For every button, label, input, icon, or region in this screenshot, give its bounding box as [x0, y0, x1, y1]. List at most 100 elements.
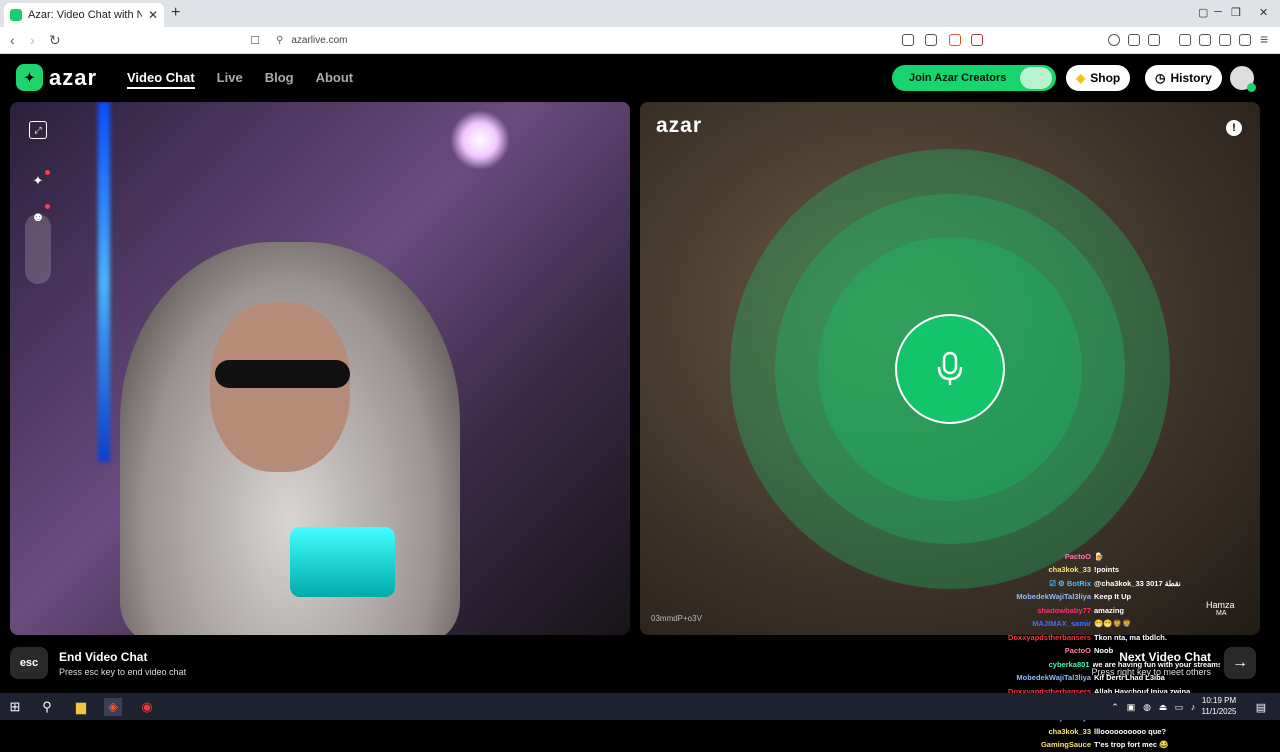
chat-text: T'es trop fort mec 😂 [1094, 740, 1169, 750]
extensions-puzzle-icon[interactable] [1128, 34, 1140, 46]
face-filter-icon[interactable]: ☻ [29, 207, 47, 225]
browser-tab-strip: Azar: Video Chat with New Pe ✕ + ▢ ─ ❐ ✕ [0, 0, 1280, 27]
azar-favicon-icon [10, 9, 22, 21]
chat-username: shadowbaby77 [1037, 605, 1091, 615]
lamp-light [450, 110, 510, 170]
creators-badge-icon [1020, 67, 1052, 89]
chat-text: llloooooooooo que? [1094, 726, 1167, 736]
chat-text: !points [1094, 565, 1119, 575]
address-toolbar: ‹ › ↻ ☐ ⚲ azarlive.com ≡ [0, 27, 1280, 54]
end-chat-title: End Video Chat [59, 650, 148, 664]
url-field[interactable]: ⚲ azarlive.com [276, 30, 876, 51]
voice-only-microphone [895, 314, 1005, 424]
main-nav: Video Chat Live Blog About [127, 70, 353, 89]
clock-time: 10:19 PM [1201, 696, 1237, 705]
notification-dot [45, 204, 50, 209]
minimize-icon[interactable]: ─ [1214, 6, 1222, 18]
system-clock[interactable]: 10:19 PM 11/1/2025 [1196, 695, 1242, 717]
join-creators-button[interactable]: Join Azar Creators [892, 65, 1056, 91]
join-creators-label: Join Azar Creators [909, 72, 1007, 84]
chat-message: ☑ ⚙ BotRix @cha3kok_33 3017 نقطة [1000, 577, 1220, 590]
brave-shields-icon[interactable] [949, 34, 961, 46]
chat-username: ☑ ⚙ BotRix [1049, 578, 1091, 588]
new-tab-icon[interactable]: + [171, 4, 180, 22]
clock-icon: ◷ [1155, 71, 1166, 85]
maximize-icon[interactable]: ❐ [1231, 6, 1241, 19]
close-window-icon[interactable]: ✕ [1259, 6, 1268, 19]
browser-menu-icon[interactable]: ≡ [1260, 31, 1268, 47]
end-chat-button[interactable]: esc [10, 647, 48, 679]
share-icon[interactable] [925, 34, 937, 46]
shop-label: Shop [1090, 71, 1121, 85]
nav-about[interactable]: About [316, 70, 354, 89]
fullscreen-icon[interactable]: ⤢ [29, 121, 47, 139]
brave-rewards-icon[interactable] [971, 34, 983, 46]
close-tab-icon[interactable]: ✕ [148, 8, 158, 22]
chat-message: PactoO🍺 [1000, 550, 1220, 563]
nav-blog[interactable]: Blog [265, 70, 294, 89]
chat-message: shadowbaby77 amazing [1000, 604, 1220, 617]
chat-username: MobedekWajiTal3liya [1016, 592, 1091, 602]
wallet-icon[interactable] [1199, 34, 1211, 46]
esc-key-label: esc [19, 657, 39, 669]
tab-search-icon[interactable]: ▢ [1198, 6, 1208, 19]
chat-message: MAJIMAX_samir 😁😁🦁🦁 [1000, 617, 1220, 630]
online-dot-icon [1247, 83, 1256, 92]
brave-browser-icon[interactable]: ◈ [104, 698, 122, 716]
next-chat-button[interactable]: → [1224, 647, 1256, 679]
windows-start-icon[interactable]: ⊞ [6, 698, 24, 716]
notification-dot [45, 170, 50, 175]
azar-logo-icon: ✦ [16, 64, 43, 91]
nav-video-chat[interactable]: Video Chat [127, 70, 195, 89]
call-controls: esc End Video Chat Press esc key to end … [0, 639, 1280, 693]
azar-app: ✦ azar Video Chat Live Blog About Join A… [0, 54, 1280, 749]
next-chat-title: Next Video Chat [1119, 650, 1211, 664]
back-icon[interactable]: ‹ [10, 32, 15, 48]
gem-icon: ◆ [1076, 71, 1086, 85]
next-chat-hint: Press right key to meet others [1091, 667, 1211, 677]
extension-icon[interactable] [1108, 34, 1120, 46]
streamer-microphone [290, 527, 395, 597]
file-explorer-icon[interactable]: ▆ [72, 698, 90, 716]
chat-username: PactoO [1064, 552, 1091, 561]
tab-title: Azar: Video Chat with New Pe [28, 9, 142, 21]
forward-icon[interactable]: › [30, 32, 35, 48]
history-label: History [1170, 71, 1212, 85]
effects-sparkle-icon[interactable]: ✦ [29, 172, 47, 190]
bookmark-icon[interactable]: ☐ [250, 34, 260, 47]
peer-video-logo: azar [656, 114, 703, 137]
chat-text: amazing [1094, 605, 1125, 615]
chat-message: GamingSauce T'es trop fort mec 😂 [1000, 738, 1220, 751]
leo-ai-icon[interactable] [1219, 34, 1231, 46]
chat-text: 😁😁🦁🦁 [1094, 619, 1132, 629]
site-info-icon[interactable]: ⚲ [276, 35, 283, 46]
url-text: azarlive.com [291, 35, 348, 46]
nav-live[interactable]: Live [217, 70, 243, 89]
shop-button[interactable]: ◆ Shop [1066, 65, 1131, 91]
install-app-icon[interactable] [902, 34, 914, 46]
chat-username: MAJIMAX_samir [1032, 619, 1091, 629]
history-button[interactable]: ◷ History [1145, 65, 1222, 91]
end-chat-hint: Press esc key to end video chat [59, 667, 187, 677]
sidebar-icon[interactable] [1179, 34, 1191, 46]
chat-message: cha3kok_33 !points [1000, 563, 1220, 576]
report-icon[interactable]: ! [1226, 120, 1242, 136]
search-icon[interactable]: ⚲ [38, 698, 56, 716]
sunglasses [215, 360, 350, 388]
arrow-right-icon: → [1232, 654, 1248, 671]
obs-icon[interactable]: ◉ [138, 698, 156, 716]
azar-logo[interactable]: ✦ azar [16, 64, 97, 91]
chat-message: MobedekWajiTal3liya Keep It Up [1000, 590, 1220, 603]
extension-box-icon[interactable] [1148, 34, 1160, 46]
reload-icon[interactable]: ↻ [49, 32, 61, 49]
azar-logo-text: azar [49, 64, 98, 90]
chat-username: cha3kok_33 [1048, 726, 1091, 736]
clock-date: 11/1/2025 [1201, 707, 1237, 716]
browser-tab[interactable]: Azar: Video Chat with New Pe ✕ [4, 3, 164, 27]
notifications-icon[interactable]: ▤ [1252, 698, 1270, 716]
vpn-icon[interactable] [1239, 34, 1251, 46]
chat-text: 🍺 [1094, 552, 1104, 561]
chat-message: cha3kok_33 llloooooooooo que? [1000, 725, 1220, 738]
chat-username: GamingSauce [1040, 740, 1091, 750]
profile-avatar[interactable] [1230, 66, 1256, 92]
